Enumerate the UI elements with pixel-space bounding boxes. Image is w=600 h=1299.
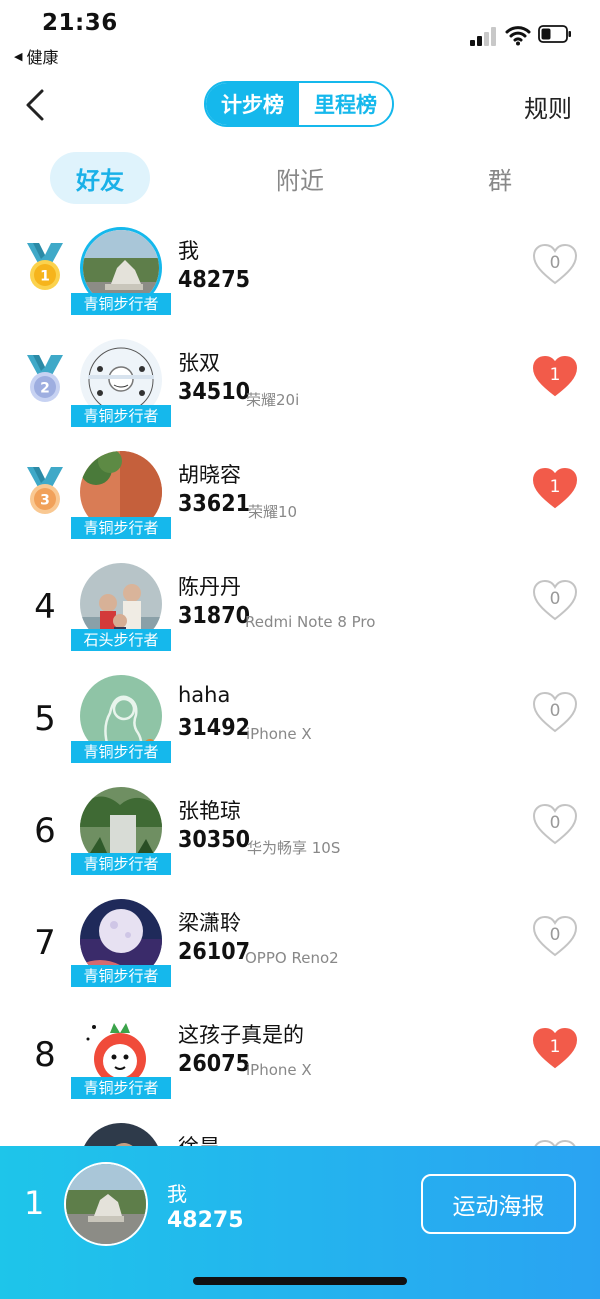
level-badge: 青铜步行者 (71, 405, 171, 427)
rank-number: 7 (34, 923, 56, 963)
my-steps: 48275 (167, 1208, 244, 1233)
ranking-row[interactable]: 2 青铜步行者 张双 34510 荣耀20i 1 (0, 339, 600, 451)
step-count: 31870 (178, 603, 250, 629)
rank-number: 4 (34, 587, 56, 627)
like-heart-icon[interactable]: 1 (532, 1027, 578, 1069)
device-name: 荣耀10 (248, 503, 298, 521)
step-count: 34510 (178, 379, 250, 405)
like-heart-icon[interactable]: 0 (532, 243, 578, 285)
like-heart-icon[interactable]: 1 (532, 467, 578, 509)
user-name: 胡晓容 (178, 463, 241, 487)
svg-text:3: 3 (40, 493, 50, 509)
level-badge: 青铜步行者 (71, 1077, 171, 1099)
device-name: iPhone X (246, 1061, 312, 1079)
level-badge: 青铜步行者 (71, 965, 171, 987)
ranking-row[interactable]: 4 石头步行者 陈丹丹 31870 Redmi Note 8 Pro 0 (0, 563, 600, 675)
step-count: 33621 (178, 491, 250, 517)
ranking-row[interactable]: 8 青铜步行者 这孩子真是的 26075 iPhone X 1 (0, 1011, 600, 1123)
sport-poster-button[interactable]: 运动海报 (421, 1174, 576, 1234)
like-count: 1 (549, 365, 561, 385)
like-heart-icon[interactable]: 0 (532, 803, 578, 845)
device-name: 荣耀20i (246, 391, 300, 409)
level-badge: 青铜步行者 (71, 517, 171, 539)
medal-rank-2-icon: 2 (24, 353, 66, 405)
ranking-list: 1 青铜步行者我 48275 0 2 青铜步行者 张双 34510 荣耀20i 1 3 青铜步行者 胡晓… (0, 0, 600, 1299)
user-name: 我 (178, 239, 199, 263)
ranking-row[interactable]: 3 青铜步行者 胡晓容 33621 荣耀10 1 (0, 451, 600, 563)
level-badge: 青铜步行者 (71, 293, 171, 315)
like-heart-icon[interactable]: 1 (532, 355, 578, 397)
like-count: 1 (549, 477, 561, 497)
device-name: iPhone X (246, 725, 312, 743)
like-count: 0 (549, 813, 561, 833)
my-rank-number: 1 (24, 1184, 45, 1222)
device-name: OPPO Reno2 (245, 949, 339, 967)
ranking-row[interactable]: 1 青铜步行者 我 48275 0 (0, 227, 600, 339)
level-badge: 石头步行者 (71, 629, 171, 651)
svg-text:2: 2 (40, 381, 50, 397)
user-name: 梁潇聆 (178, 911, 241, 935)
step-count: 48275 (178, 267, 250, 293)
rank-number: 8 (34, 1035, 56, 1075)
device-name: Redmi Note 8 Pro (245, 613, 376, 631)
like-count: 0 (549, 701, 561, 721)
ranking-row[interactable]: 6 青铜步行者 张艳琼 30350 华为畅享 10S 0 (0, 787, 600, 899)
step-count: 26075 (178, 1051, 250, 1077)
home-indicator[interactable] (193, 1277, 407, 1285)
like-count: 1 (549, 1037, 561, 1057)
user-name: haha (178, 683, 231, 707)
ranking-row[interactable]: 7 青铜步行者 梁潇聆 26107 OPPO Reno2 0 (0, 899, 600, 1011)
level-badge: 青铜步行者 (71, 741, 171, 763)
level-badge: 青铜步行者 (71, 853, 171, 875)
my-name: 我 (167, 1182, 187, 1206)
rank-number: 6 (34, 811, 56, 851)
step-count: 31492 (178, 715, 250, 741)
like-heart-icon[interactable]: 0 (532, 579, 578, 621)
user-name: 张双 (178, 351, 220, 375)
like-heart-icon[interactable]: 0 (532, 691, 578, 733)
user-name: 这孩子真是的 (178, 1023, 304, 1047)
like-count: 0 (549, 253, 561, 273)
step-count: 30350 (178, 827, 250, 853)
like-heart-icon[interactable]: 0 (532, 915, 578, 957)
step-count: 26107 (178, 939, 250, 965)
medal-rank-3-icon: 3 (24, 465, 66, 517)
like-count: 0 (549, 589, 561, 609)
user-name: 陈丹丹 (178, 575, 241, 599)
my-avatar[interactable] (64, 1162, 148, 1246)
device-name: 华为畅享 10S (247, 839, 341, 857)
medal-rank-1-icon: 1 (24, 241, 66, 293)
like-count: 0 (549, 925, 561, 945)
user-name: 张艳琼 (178, 799, 241, 823)
rank-number: 5 (34, 699, 56, 739)
ranking-row[interactable]: 5 青铜步行者 haha 31492 iPhone X 0 (0, 675, 600, 787)
svg-text:1: 1 (40, 269, 50, 285)
